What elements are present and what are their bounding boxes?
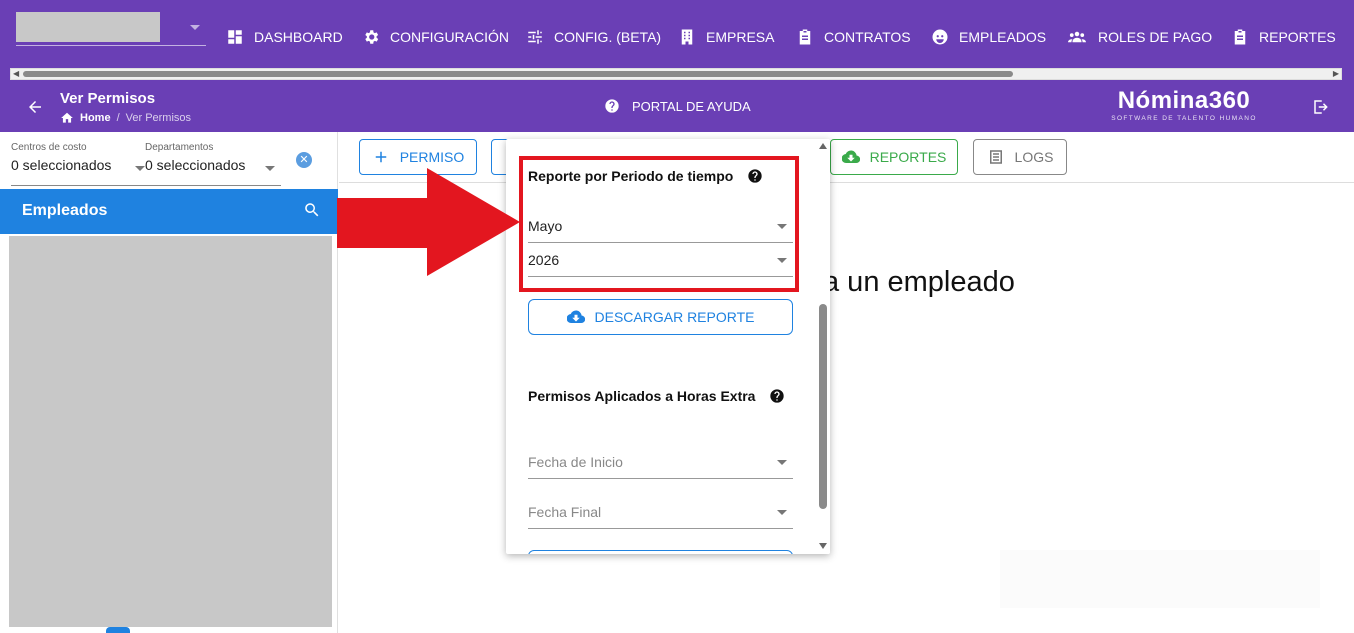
download-report-label: DESCARGAR REPORTE [594, 309, 755, 325]
chevron-down-icon [777, 510, 787, 515]
help-circle-icon[interactable] [769, 388, 785, 404]
logo-subtitle: SOFTWARE DE TALENTO HUMANO [1111, 115, 1257, 122]
clear-filters-icon[interactable]: ✕ [296, 152, 312, 168]
cloud-download-icon [566, 310, 585, 324]
nav-dashboard-label: DASHBOARD [254, 29, 343, 45]
scroll-right-icon[interactable]: ▶ [1333, 70, 1339, 78]
clipboard-icon [1234, 29, 1246, 45]
employees-title: Empleados [22, 202, 108, 219]
overtime-permits-title-text: Permisos Aplicados a Horas Extra [528, 388, 756, 404]
nav-config-beta-label: CONFIG. (BETA) [554, 29, 662, 45]
end-date-placeholder: Fecha Final [528, 504, 602, 520]
cost-centers-label: Centros de costo [11, 142, 87, 153]
sliders-icon [528, 30, 542, 44]
nav-reportes[interactable]: REPORTES [1231, 26, 1336, 48]
departments-value: 0 seleccionados [145, 157, 246, 173]
logo-main-text: Nómina360 [1117, 87, 1251, 114]
logout-icon[interactable] [1312, 98, 1330, 116]
building-icon [681, 29, 693, 45]
breadcrumb-home[interactable]: Home [80, 112, 111, 124]
reportes-label: REPORTES [869, 149, 947, 165]
scroll-left-icon[interactable]: ◀ [13, 70, 19, 78]
annotation-highlight-box [519, 156, 799, 292]
nomina360-logo: Nómina360 SOFTWARE DE TALENTO HUMANO [1103, 87, 1265, 122]
nav-empresa-label: EMPRESA [706, 29, 775, 45]
nav-dashboard[interactable]: DASHBOARD [226, 26, 343, 48]
scroll-up-icon[interactable] [819, 143, 827, 149]
back-arrow-icon[interactable] [26, 98, 44, 116]
nav-configuracion[interactable]: CONFIGURACIÓN [362, 26, 509, 48]
people-icon [1068, 31, 1086, 43]
faded-toast-area [1000, 550, 1320, 608]
chevron-down-icon [777, 460, 787, 465]
dropdown-scrollbar[interactable] [816, 139, 830, 554]
nav-contratos[interactable]: CONTRATOS [796, 26, 911, 48]
nav-configuracion-label: CONFIGURACIÓN [390, 29, 509, 45]
start-date-select[interactable]: Fecha de Inicio [528, 445, 793, 479]
list-indicator [106, 627, 130, 633]
chevron-down-icon [135, 166, 145, 171]
clipboard-icon [799, 29, 811, 45]
download-overtime-button[interactable] [528, 550, 793, 554]
nav-empleados[interactable]: EMPLEADOS [931, 26, 1046, 48]
scrollbar-thumb[interactable] [23, 71, 1013, 77]
cost-centers-value: 0 seleccionados [11, 157, 112, 173]
nav-reportes-label: REPORTES [1259, 29, 1336, 45]
help-portal-label: PORTAL DE AYUDA [632, 98, 751, 114]
nav-roles-de-pago-label: ROLES DE PAGO [1098, 29, 1213, 45]
nav-empresa[interactable]: EMPRESA [678, 26, 774, 48]
scrollbar-thumb[interactable] [819, 304, 827, 509]
chevron-down-icon [265, 166, 275, 171]
breadcrumb-current: Ver Permisos [125, 112, 192, 124]
departments-label: Departamentos [145, 142, 214, 153]
top-navigation: DASHBOARD CONFIGURACIÓN CONFIG. (BETA) E… [0, 0, 1354, 82]
employees-sidebar: Centros de costo 0 seleccionados Departa… [0, 132, 338, 633]
help-portal-link[interactable]: PORTAL DE AYUDA [604, 98, 751, 114]
logs-label: LOGS [1014, 149, 1054, 165]
help-circle-icon [605, 99, 619, 113]
plus-icon [375, 151, 386, 163]
nav-contratos-label: CONTRATOS [824, 29, 911, 45]
page-title: Ver Permisos [60, 90, 156, 107]
home-icon [61, 112, 73, 123]
select-employee-message: a un empleado [823, 266, 1015, 298]
employee-list-redacted[interactable] [9, 236, 332, 627]
gear-icon [365, 30, 379, 44]
cloud-download-icon [841, 150, 860, 164]
cost-centers-filter[interactable]: Centros de costo 0 seleccionados [11, 142, 151, 186]
end-date-select[interactable]: Fecha Final [528, 495, 793, 529]
employees-header: Empleados [0, 189, 338, 234]
reportes-button[interactable]: REPORTES [830, 139, 958, 175]
company-name-redacted [16, 12, 160, 42]
company-selector[interactable] [16, 12, 206, 46]
face-icon [932, 29, 948, 45]
breadcrumb: Home / Ver Permisos [60, 111, 191, 125]
departments-filter[interactable]: Departamentos 0 seleccionados [145, 142, 281, 186]
annotation-arrow-icon [337, 168, 520, 276]
nav-roles-de-pago[interactable]: ROLES DE PAGO [1066, 26, 1212, 48]
download-report-button[interactable]: DESCARGAR REPORTE [528, 299, 793, 335]
scroll-down-icon[interactable] [819, 543, 827, 549]
overtime-permits-title: Permisos Aplicados a Horas Extra [528, 388, 785, 404]
nav-config-beta[interactable]: CONFIG. (BETA) [526, 26, 661, 48]
nav-empleados-label: EMPLEADOS [959, 29, 1047, 45]
chevron-down-icon [190, 25, 200, 30]
page-header: Ver Permisos Home / Ver Permisos PORTAL … [0, 82, 1354, 132]
dashboard-icon [228, 30, 242, 44]
start-date-placeholder: Fecha de Inicio [528, 454, 623, 470]
list-icon [989, 150, 1002, 164]
search-icon[interactable] [303, 201, 321, 219]
logs-button[interactable]: LOGS [973, 139, 1067, 175]
horizontal-scrollbar[interactable]: ◀ ▶ [10, 68, 1342, 80]
add-permiso-label: PERMISO [399, 149, 465, 165]
breadcrumb-separator: / [116, 112, 120, 124]
